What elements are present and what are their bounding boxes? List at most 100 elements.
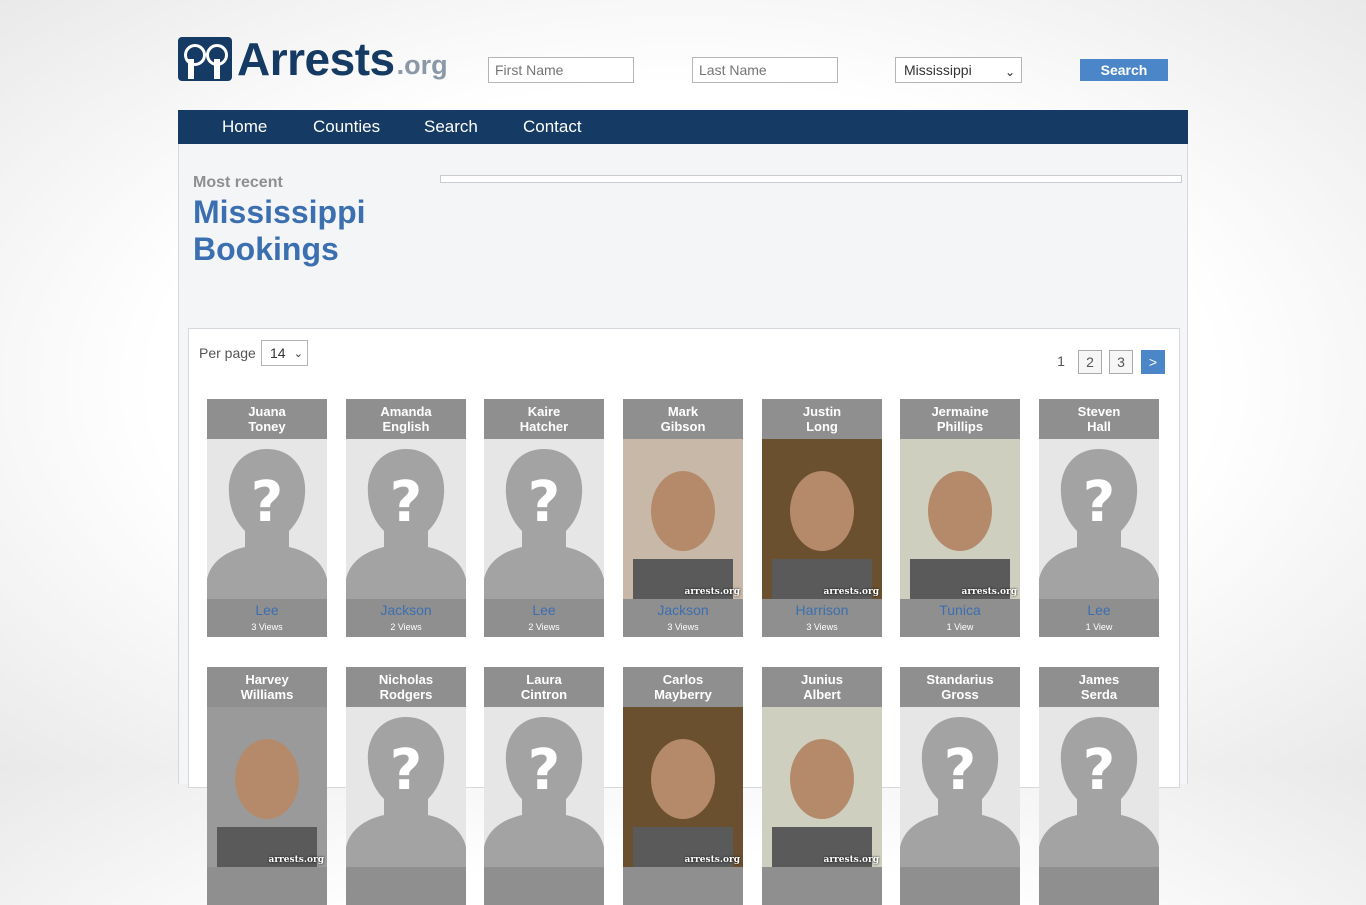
no-photo-placeholder-icon[interactable]: ? (346, 439, 466, 599)
inmate-last-name: Toney (248, 419, 286, 434)
booking-card[interactable]: Steven Hall? Lee 1 View (1039, 399, 1159, 637)
handcuffs-logo-icon (178, 37, 232, 81)
county-link[interactable]: Jackson (346, 602, 466, 618)
inmate-first-name: Laura (526, 672, 562, 687)
last-name-input[interactable] (692, 57, 838, 83)
inmate-name[interactable]: Steven Hall (1039, 404, 1159, 434)
booking-card[interactable]: Junius Albert arrests.org (762, 667, 882, 905)
inmate-last-name: Serda (1080, 687, 1118, 702)
watermark-text: arrests.org (684, 855, 740, 865)
per-page-select[interactable]: 14 ⌄ (261, 340, 308, 366)
inmate-last-name: Long (806, 419, 838, 434)
inmate-name[interactable]: Kaire Hatcher (484, 404, 604, 434)
inmate-first-name: Justin (802, 404, 842, 419)
per-page-label: Per page (199, 345, 256, 361)
inmate-name[interactable]: Jermaine Phillips (900, 404, 1020, 434)
content-panel: Most recent Mississippi Bookings Per pag… (178, 144, 1188, 905)
booking-card[interactable]: Amanda English? Jackson 2 Views (346, 399, 466, 637)
inmate-last-name: Cintron (520, 687, 568, 702)
bookings-listing: Per page 14 ⌄ 1 2 3 > Juana Toney? Lee 3 Vi… (188, 328, 1180, 905)
inmate-first-name: Steven (1077, 404, 1121, 419)
inmate-name[interactable]: Standarius Gross (900, 672, 1020, 702)
per-page-value: 14 (270, 345, 286, 361)
next-page-button[interactable]: > (1141, 350, 1165, 374)
inmate-first-name: Jermaine (931, 404, 989, 419)
nav-counties[interactable]: Counties (313, 110, 380, 144)
county-link[interactable]: Harrison (762, 602, 882, 618)
booking-card[interactable]: Justin Long arrests.org Harrison 3 Views (762, 399, 882, 637)
view-count: 3 Views (251, 622, 283, 632)
search-button[interactable]: Search (1080, 59, 1168, 81)
nav-home[interactable]: Home (222, 110, 267, 144)
page-2-link[interactable]: 2 (1078, 350, 1102, 374)
booking-card[interactable]: Standarius Gross? (900, 667, 1020, 905)
inmate-name[interactable]: Mark Gibson (623, 404, 743, 434)
booking-card[interactable]: Juana Toney? Lee 3 Views (207, 399, 327, 637)
ad-placeholder (440, 175, 1182, 183)
page-title-line2: Bookings (193, 231, 339, 267)
booking-card[interactable]: Mark Gibson arrests.org Jackson 3 Views (623, 399, 743, 637)
booking-card[interactable]: Jermaine Phillips arrests.org Tunica 1 View (900, 399, 1020, 637)
inmate-name[interactable]: Nicholas Rodgers (346, 672, 466, 702)
chevron-down-icon: ⌄ (293, 348, 303, 360)
booking-card[interactable]: Harvey Williams arrests.org (207, 667, 327, 905)
inmate-first-name: Nicholas (378, 672, 434, 687)
site-logo[interactable]: Arrests .org (178, 36, 478, 82)
nav-contact[interactable]: Contact (523, 110, 582, 144)
no-photo-placeholder-icon[interactable]: ? (900, 707, 1020, 867)
no-photo-placeholder-icon[interactable]: ? (207, 439, 327, 599)
watermark-text: arrests.org (268, 855, 324, 865)
svg-text:?: ? (528, 738, 560, 803)
inmate-last-name: Williams (240, 687, 294, 702)
most-recent-label: Most recent (193, 174, 283, 191)
inmate-name[interactable]: Carlos Mayberry (623, 672, 743, 702)
svg-text:?: ? (390, 470, 422, 535)
no-photo-placeholder-icon[interactable]: ? (484, 439, 604, 599)
inmate-first-name: Standarius (926, 672, 994, 687)
mugshot-photo[interactable]: arrests.org (900, 439, 1020, 599)
nav-search[interactable]: Search (424, 110, 478, 144)
inmate-name[interactable]: Amanda English (346, 404, 466, 434)
mugshot-photo[interactable]: arrests.org (623, 707, 743, 867)
inmate-first-name: Harvey (245, 672, 289, 687)
mugshot-photo[interactable]: arrests.org (623, 439, 743, 599)
county-link[interactable]: Jackson (623, 602, 743, 618)
no-photo-placeholder-icon[interactable]: ? (484, 707, 604, 867)
county-link[interactable]: Lee (484, 602, 604, 618)
inmate-name[interactable]: James Serda (1039, 672, 1159, 702)
page-title-line1: Mississippi (193, 194, 366, 230)
inmate-last-name: Hall (1087, 419, 1111, 434)
booking-card[interactable]: Kaire Hatcher? Lee 2 Views (484, 399, 604, 637)
inmate-last-name: Albert (803, 687, 841, 702)
county-link[interactable]: Tunica (900, 602, 1020, 618)
inmate-first-name: Kaire (527, 404, 561, 419)
inmate-last-name: Hatcher (519, 419, 569, 434)
inmate-first-name: James (1078, 672, 1120, 687)
first-name-input[interactable] (488, 57, 634, 83)
page-3-link[interactable]: 3 (1109, 350, 1133, 374)
no-photo-placeholder-icon[interactable]: ? (346, 707, 466, 867)
no-photo-placeholder-icon[interactable]: ? (1039, 707, 1159, 867)
booking-card[interactable]: Laura Cintron? (484, 667, 604, 905)
mugshot-photo[interactable]: arrests.org (207, 707, 327, 867)
page-1-current: 1 (1057, 353, 1065, 369)
chevron-down-icon: ⌄ (1004, 65, 1015, 79)
inmate-name[interactable]: Justin Long (762, 404, 882, 434)
inmate-name[interactable]: Harvey Williams (207, 672, 327, 702)
county-link[interactable]: Lee (207, 602, 327, 618)
inmate-first-name: Carlos (662, 672, 704, 687)
mugshot-photo[interactable]: arrests.org (762, 707, 882, 867)
inmate-name[interactable]: Junius Albert (762, 672, 882, 702)
booking-card[interactable]: Carlos Mayberry arrests.org (623, 667, 743, 905)
logo-text: Arrests (237, 33, 395, 85)
svg-text:?: ? (1083, 470, 1115, 535)
booking-card[interactable]: Nicholas Rodgers? (346, 667, 466, 905)
inmate-name[interactable]: Juana Toney (207, 404, 327, 434)
state-select[interactable]: Mississippi ⌄ (895, 57, 1022, 83)
county-link[interactable]: Lee (1039, 602, 1159, 618)
watermark-text: arrests.org (823, 587, 879, 597)
no-photo-placeholder-icon[interactable]: ? (1039, 439, 1159, 599)
inmate-name[interactable]: Laura Cintron (484, 672, 604, 702)
booking-card[interactable]: James Serda? (1039, 667, 1159, 905)
mugshot-photo[interactable]: arrests.org (762, 439, 882, 599)
